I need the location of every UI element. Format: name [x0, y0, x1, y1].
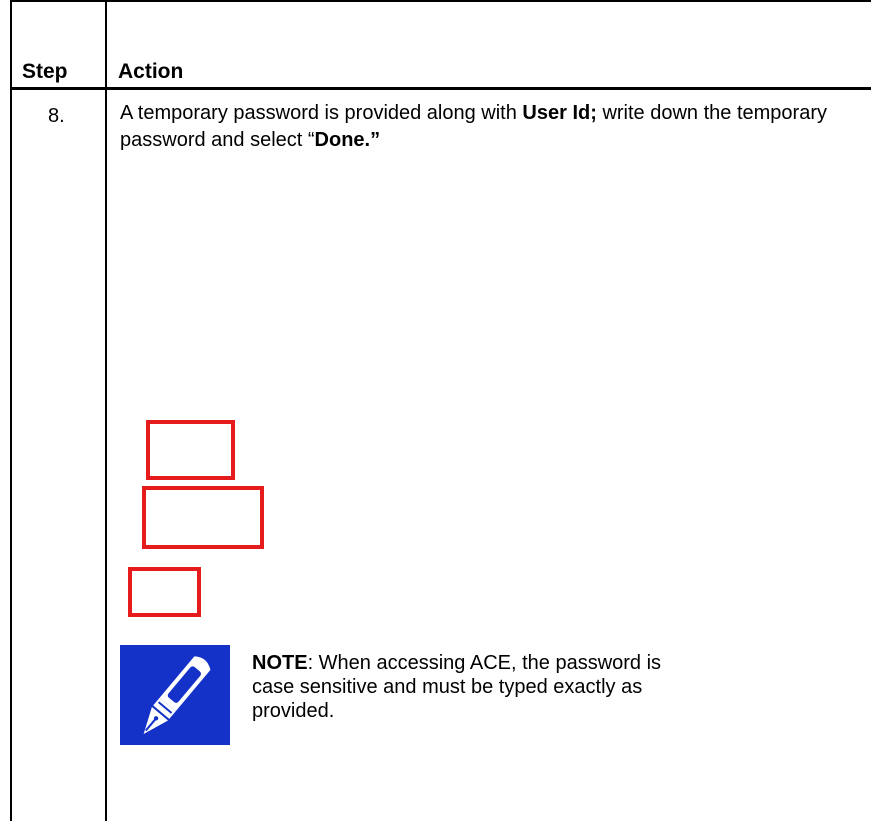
- note-label: NOTE: [252, 652, 308, 674]
- instruction-done: Done.”: [314, 129, 381, 151]
- highlight-box-done: [128, 567, 201, 617]
- note-body: : When accessing ACE, the password is ca…: [252, 652, 662, 722]
- header-action: Action: [118, 60, 184, 83]
- highlight-box-user-id: [146, 420, 235, 480]
- column-divider: [105, 0, 107, 821]
- header-divider: [10, 87, 871, 90]
- table-top-border: [10, 0, 871, 2]
- step-instruction: A temporary password is provided along w…: [120, 100, 840, 154]
- highlight-box-password: [142, 486, 264, 549]
- step-number: 8.: [48, 105, 65, 127]
- note-text: NOTE: When accessing ACE, the password i…: [252, 651, 672, 723]
- instruction-user-id: User Id;: [522, 102, 597, 124]
- table-left-border: [10, 0, 12, 821]
- instruction-text-1: A temporary password is provided along w…: [120, 102, 523, 124]
- header-step: Step: [22, 60, 68, 83]
- pen-icon: [120, 645, 230, 745]
- procedure-table: Step Action 8. A temporary password is p…: [0, 0, 871, 821]
